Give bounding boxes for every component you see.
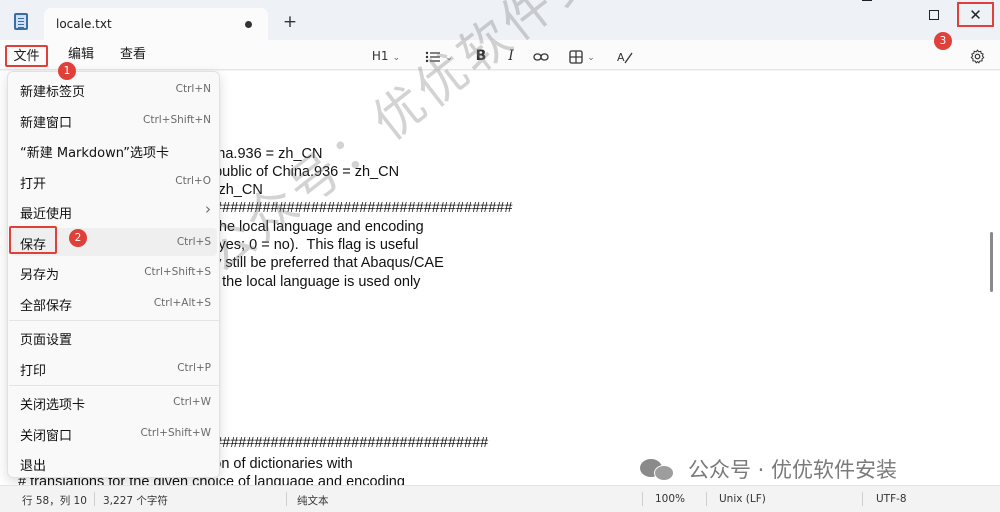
menu-item-recent[interactable]: 最近使用 › [11, 197, 217, 225]
vertical-scrollbar[interactable] [990, 232, 993, 292]
editor-line: r the local language and encoding [206, 219, 424, 235]
menu-item-print[interactable]: 打印 Ctrl+P [11, 354, 217, 382]
menu-item-page-setup[interactable]: 页面设置 [11, 323, 217, 351]
minimize-button[interactable] [862, 0, 906, 30]
clear-format-icon: A [617, 51, 633, 64]
menu-file[interactable]: 文件 [5, 45, 48, 67]
file-menu-dropdown: 新建标签页 Ctrl+N 新建窗口 Ctrl+Shift+N “新建 Markd… [7, 71, 220, 478]
clear-format-button[interactable]: A [614, 46, 636, 66]
svg-text:A: A [617, 51, 625, 64]
watermark-footer-text: 公众号 · 优优软件安装 [688, 458, 898, 482]
menu-item-new-tab[interactable]: 新建标签页 Ctrl+N [11, 75, 217, 103]
chevron-right-icon: › [205, 200, 211, 218]
notepad-app-icon [14, 13, 28, 30]
table-icon [569, 49, 583, 64]
menu-item-close-window[interactable]: 关闭窗口 Ctrl+Shift+W [11, 419, 217, 447]
zoom-level[interactable]: 100% [655, 493, 685, 505]
editor-line: at the local language is used only [206, 274, 421, 290]
menu-item-close-tab[interactable]: 关闭选项卡 Ctrl+W [11, 388, 217, 416]
minimize-icon [862, 0, 872, 1]
wechat-icon [638, 456, 678, 484]
save-highlight-box [9, 226, 57, 254]
format-indicator[interactable]: 纯文本 [297, 493, 329, 508]
maximize-icon [929, 9, 939, 20]
menu-item-open[interactable]: 打开 Ctrl+O [11, 167, 217, 195]
gear-icon [970, 49, 984, 64]
chevron-down-icon: ⌄ [587, 53, 595, 63]
step-badge-3: 3 [934, 32, 952, 50]
menu-item-save-all[interactable]: 全部保存 Ctrl+Alt+S [11, 289, 217, 317]
step-badge-1: 1 [58, 62, 76, 80]
encoding[interactable]: UTF-8 [876, 493, 907, 505]
maximize-button[interactable] [912, 0, 956, 30]
status-bar: 行 58，列 10 3,227 个字符 纯文本 100% Unix (LF) U… [0, 485, 1000, 512]
menu-item-new-markdown-tab[interactable]: “新建 Markdown”选项卡 [11, 136, 217, 164]
menu-separator [9, 385, 219, 386]
step-badge-2: 2 [69, 229, 87, 247]
menu-item-new-window[interactable]: 新建窗口 Ctrl+Shift+N [11, 106, 217, 134]
link-icon [533, 52, 549, 61]
tab-locale-txt[interactable]: locale.txt [44, 8, 268, 40]
menu-item-save-as[interactable]: 另存为 Ctrl+Shift+S [11, 258, 217, 286]
new-tab-button[interactable]: + [280, 12, 300, 32]
menu-item-exit[interactable]: 退出 [11, 449, 217, 477]
line-ending[interactable]: Unix (LF) [719, 493, 766, 505]
menu-separator [9, 320, 219, 321]
unsaved-dot-icon[interactable] [245, 21, 252, 28]
tab-title: locale.txt [56, 17, 112, 31]
cursor-position: 行 58，列 10 [22, 495, 87, 507]
editor-line: ################################### [206, 435, 489, 451]
settings-button[interactable] [966, 46, 988, 66]
editor-line: ay still be preferred that Abaqus/CAE [206, 255, 444, 271]
editor-line: = yes; 0 = no). This flag is useful [206, 237, 419, 253]
char-count: 3,227 个字符 [103, 495, 168, 507]
close-button[interactable]: ✕ [957, 2, 994, 27]
menu-view[interactable]: 查看 [118, 45, 148, 67]
table-dropdown[interactable]: ⌄ [562, 46, 602, 66]
heading-label: H1 [371, 49, 389, 63]
